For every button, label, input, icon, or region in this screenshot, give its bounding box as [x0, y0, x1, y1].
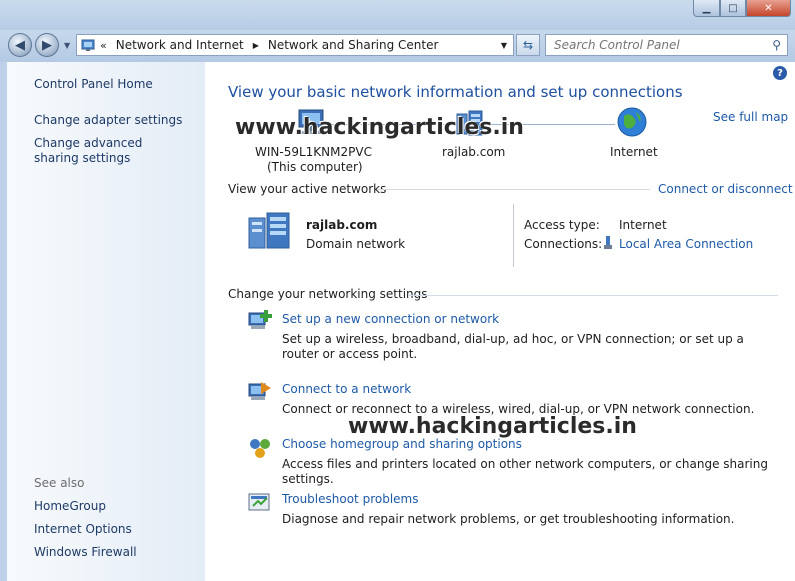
watermark-text: www.hackingarticles.in: [235, 115, 524, 140]
vertical-divider: [513, 204, 514, 267]
computer-sub-label: (This computer): [267, 160, 363, 174]
breadcrumb-separator-icon[interactable]: ▶: [253, 41, 259, 50]
task-homegroup-sharing[interactable]: Choose homegroup and sharing options: [282, 437, 522, 451]
access-type-label: Access type:: [524, 218, 600, 232]
address-dropdown-icon[interactable]: ▼: [501, 41, 507, 50]
see-full-map-link[interactable]: See full map: [713, 110, 788, 124]
network-type: Domain network: [306, 237, 406, 251]
network-name: rajlab.com: [306, 218, 378, 232]
main-content: ? View your basic network information an…: [205, 62, 795, 581]
internet-globe-icon: [616, 106, 648, 141]
maximize-button[interactable]: □: [720, 0, 746, 17]
maximize-icon: □: [728, 2, 738, 14]
task-setup-new-connection[interactable]: Set up a new connection or network: [282, 312, 499, 326]
computer-name: WIN-59L1KNM2PVC: [255, 145, 372, 159]
forward-button[interactable]: ▶: [35, 33, 59, 57]
back-arrow-icon: ◀: [15, 37, 25, 53]
troubleshoot-icon: [247, 492, 273, 517]
breadcrumb-overflow-icon[interactable]: «: [100, 39, 107, 52]
task-setup-new-connection-desc: Set up a wireless, broadband, dial-up, a…: [282, 332, 744, 361]
homegroup-icon: [247, 436, 273, 463]
navigation-bar: ◀ ▶ ▼ « Network and Internet ▶ Network a…: [0, 30, 795, 62]
breadcrumb-item-network-sharing-center[interactable]: Network and Sharing Center: [268, 38, 439, 52]
page-title: View your basic network information and …: [228, 83, 683, 101]
title-bar: ▁ □ ✕: [0, 0, 795, 30]
refresh-button[interactable]: ⇆: [516, 34, 540, 56]
see-also-internet-options[interactable]: Internet Options: [34, 522, 132, 537]
sidebar-item-change-advanced-sharing[interactable]: Change advanced sharing settings: [34, 136, 184, 166]
divider: [408, 295, 778, 296]
forward-arrow-icon: ▶: [42, 37, 52, 53]
local-area-connection-icon: [603, 236, 613, 253]
task-troubleshoot[interactable]: Troubleshoot problems: [282, 492, 418, 506]
setup-connection-icon: [247, 309, 273, 334]
internet-map-label: Internet: [610, 145, 658, 159]
task-troubleshoot-desc: Diagnose and repair network problems, or…: [282, 512, 735, 526]
sidebar-control-panel-home[interactable]: Control Panel Home: [34, 77, 153, 92]
refresh-icon: ⇆: [522, 38, 534, 52]
help-icon: ?: [777, 67, 783, 79]
domain-map-label: rajlab.com: [442, 145, 506, 159]
sidebar-item-change-adapter-settings[interactable]: Change adapter settings: [34, 113, 182, 128]
search-box[interactable]: ⚲: [545, 34, 788, 56]
connect-network-icon: [247, 380, 273, 405]
back-button[interactable]: ◀: [8, 33, 32, 57]
connect-or-disconnect-link[interactable]: Connect or disconnect: [658, 182, 793, 196]
watermark-text: www.hackingarticles.in: [348, 414, 637, 439]
help-button[interactable]: ?: [773, 66, 787, 80]
task-connect-to-network[interactable]: Connect to a network: [282, 382, 411, 396]
minimize-button[interactable]: ▁: [693, 0, 720, 17]
address-bar[interactable]: « Network and Internet ▶ Network and Sha…: [76, 34, 514, 56]
divider: [377, 189, 650, 190]
connections-label: Connections:: [524, 237, 603, 251]
sidebar: Control Panel Home Change adapter settin…: [0, 62, 205, 581]
search-icon[interactable]: ⚲: [772, 38, 781, 52]
change-settings-label: Change your networking settings: [228, 287, 428, 301]
active-networks-label: View your active networks: [228, 182, 387, 196]
local-area-connection-link[interactable]: Local Area Connection: [619, 237, 753, 251]
see-also-homegroup[interactable]: HomeGroup: [34, 499, 106, 514]
control-panel-icon: [80, 37, 96, 53]
close-icon: ✕: [764, 2, 773, 14]
see-also-heading: See also: [34, 476, 85, 490]
window-controls: ▁ □ ✕: [693, 0, 791, 18]
close-button[interactable]: ✕: [746, 0, 791, 17]
task-homegroup-sharing-desc: Access files and printers located on oth…: [282, 457, 768, 486]
breadcrumb-item-network-internet[interactable]: Network and Internet: [116, 38, 244, 52]
search-input[interactable]: [552, 37, 766, 53]
network-building-icon: [247, 212, 293, 253]
minimize-icon: ▁: [702, 2, 711, 14]
access-type-value: Internet: [619, 218, 667, 232]
recent-pages-dropdown-icon[interactable]: ▼: [64, 41, 70, 50]
see-also-windows-firewall[interactable]: Windows Firewall: [34, 545, 137, 560]
